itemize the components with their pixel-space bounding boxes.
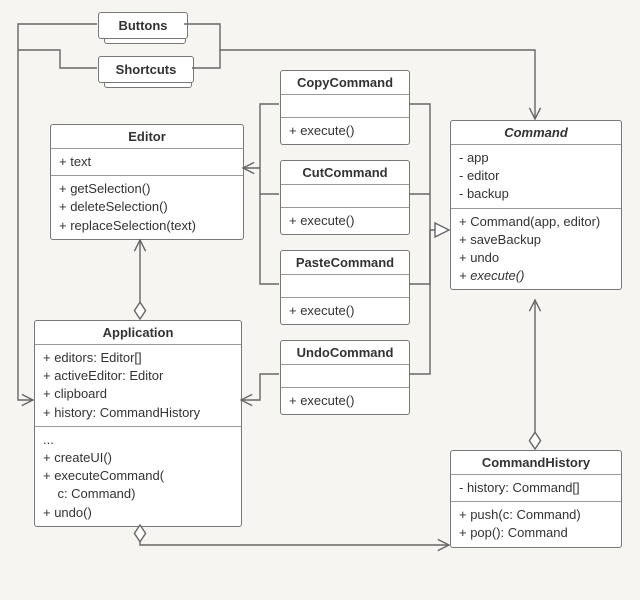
commandhistory-class: CommandHistory - history: Command[] + pu… <box>450 450 622 548</box>
undocommand-class: UndoCommand + execute() <box>280 340 410 415</box>
editor-title: Editor <box>51 125 243 149</box>
application-title: Application <box>35 321 241 345</box>
copy-title: CopyCommand <box>281 71 409 95</box>
command-methods: + Command(app, editor) + saveBackup + un… <box>451 209 621 290</box>
undo-title: UndoCommand <box>281 341 409 365</box>
application-class: Application + editors: Editor[] + active… <box>34 320 242 527</box>
cutcommand-class: CutCommand + execute() <box>280 160 410 235</box>
cut-title: CutCommand <box>281 161 409 185</box>
editor-methods: + getSelection() + deleteSelection() + r… <box>51 176 243 239</box>
editor-class: Editor + text + getSelection() + deleteS… <box>50 124 244 240</box>
application-methods: ... + createUI() + executeCommand( c: Co… <box>35 427 241 526</box>
shortcuts-label: Shortcuts <box>116 62 177 77</box>
editor-fields: + text <box>51 149 243 176</box>
history-title: CommandHistory <box>451 451 621 475</box>
command-fields: - app - editor - backup <box>451 145 621 209</box>
paste-title: PasteCommand <box>281 251 409 275</box>
history-methods: + push(c: Command) + pop(): Command <box>451 502 621 546</box>
copycommand-class: CopyCommand + execute() <box>280 70 410 145</box>
history-fields: - history: Command[] <box>451 475 621 502</box>
command-title: Command <box>451 121 621 145</box>
shortcuts-box: Shortcuts <box>98 56 194 83</box>
application-fields: + editors: Editor[] + activeEditor: Edit… <box>35 345 241 427</box>
command-class: Command - app - editor - backup + Comman… <box>450 120 622 290</box>
buttons-box: Buttons <box>98 12 188 39</box>
buttons-label: Buttons <box>118 18 167 33</box>
pastecommand-class: PasteCommand + execute() <box>280 250 410 325</box>
